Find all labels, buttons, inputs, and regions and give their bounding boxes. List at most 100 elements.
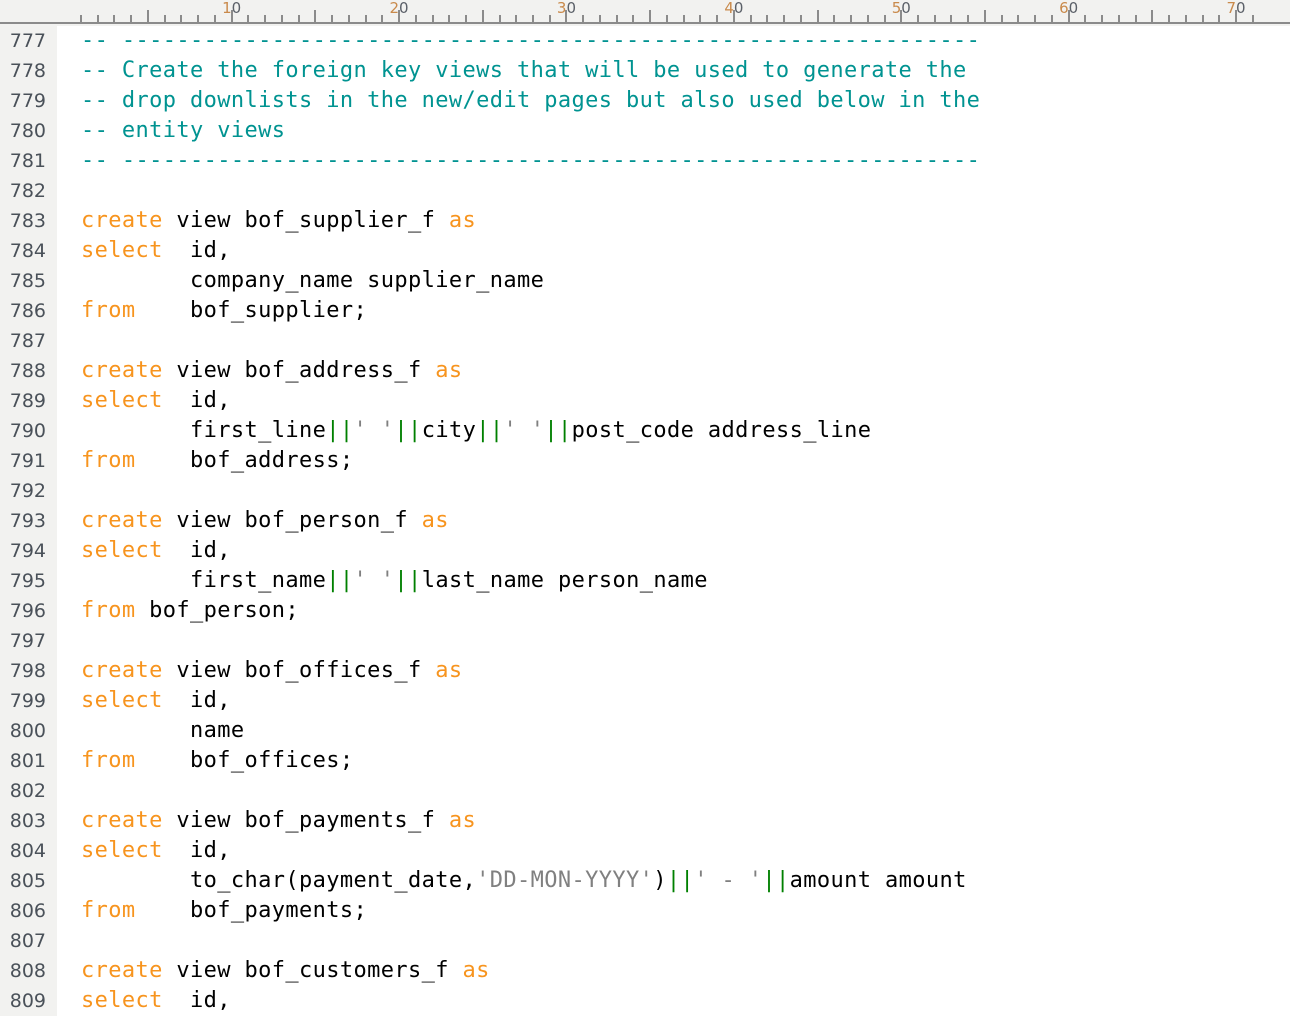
token-cmt: -- Create the foreign key views that wil… (81, 58, 967, 83)
token-id: id, (162, 688, 231, 713)
code-line[interactable]: 799 select id, (0, 686, 1290, 716)
code-line[interactable]: 802 (0, 776, 1290, 806)
code-line[interactable]: 786 from bof_supplier; (0, 296, 1290, 326)
token-id: view bof_customers_f (162, 958, 463, 983)
code-line[interactable]: 793 create view bof_person_f as (0, 506, 1290, 536)
token-kw: select (81, 388, 163, 413)
code-line-text[interactable]: -- drop downlists in the new/edit pages … (81, 86, 980, 116)
code-lines[interactable]: 777 -- ----------------------------------… (0, 26, 1290, 1016)
code-line[interactable]: 809 select id, (0, 986, 1290, 1016)
code-line-text[interactable]: select id, (81, 686, 231, 716)
code-line-text[interactable]: select id, (81, 386, 231, 416)
token-cmt: -- -------------------------------------… (81, 148, 981, 173)
code-line[interactable]: 800 name (0, 716, 1290, 746)
line-number: 795 (9, 570, 46, 592)
token-kw: create (81, 508, 163, 533)
token-id: id, (162, 838, 231, 863)
code-line-text[interactable]: from bof_person; (81, 596, 299, 626)
code-line[interactable]: 783 create view bof_supplier_f as (0, 206, 1290, 236)
code-line-text[interactable]: -- -------------------------------------… (81, 146, 980, 176)
code-line[interactable]: 804 select id, (0, 836, 1290, 866)
code-line[interactable]: 782 (0, 176, 1290, 206)
code-line-text[interactable]: company_name supplier_name (81, 266, 544, 296)
code-line[interactable]: 803 create view bof_payments_f as (0, 806, 1290, 836)
line-number: 791 (9, 450, 46, 472)
code-line-text[interactable]: from bof_offices; (81, 746, 354, 776)
code-line-text[interactable]: from bof_address; (81, 446, 354, 476)
token-op: || (476, 418, 504, 443)
code-line-text[interactable]: name (81, 716, 245, 746)
code-line[interactable]: 787 (0, 326, 1290, 356)
code-line-text[interactable]: select id, (81, 536, 231, 566)
code-area[interactable]: 777 -- ----------------------------------… (0, 26, 1290, 1016)
ruler-tick-minor (531, 15, 534, 22)
ruler-tick-minor (1168, 15, 1171, 22)
code-line[interactable]: 792 (0, 476, 1290, 506)
ruler-tick-minor (1218, 15, 1221, 22)
token-str: ' ' (353, 418, 395, 443)
code-line[interactable]: 778 -- Create the foreign key views that … (0, 56, 1290, 86)
token-id: view bof_person_f (162, 508, 422, 533)
line-number: 807 (9, 930, 46, 952)
ruler-label: 40 (724, 0, 744, 17)
code-line[interactable]: 807 (0, 926, 1290, 956)
code-line[interactable]: 784 select id, (0, 236, 1290, 266)
line-number: 799 (9, 690, 46, 712)
code-line[interactable]: 777 -- ----------------------------------… (0, 26, 1290, 56)
code-line-text[interactable]: from bof_payments; (81, 896, 367, 926)
ruler-tick-minor (850, 15, 853, 22)
line-number: 800 (9, 720, 46, 742)
code-line[interactable]: 798 create view bof_offices_f as (0, 656, 1290, 686)
line-number: 805 (9, 870, 46, 892)
code-line[interactable]: 805 to_char(payment_date,'DD-MON-YYYY')|… (0, 866, 1290, 896)
code-line-text[interactable]: -- Create the foreign key views that wil… (81, 56, 967, 86)
token-kw: select (81, 538, 163, 563)
ruler-tick-minor (331, 15, 334, 22)
code-line[interactable]: 780 -- entity views (0, 116, 1290, 146)
code-line[interactable]: 794 select id, (0, 536, 1290, 566)
token-kw: create (81, 658, 163, 683)
token-id: bof_address; (135, 448, 354, 473)
code-line-text[interactable]: select id, (81, 986, 231, 1016)
code-line[interactable]: 781 -- ----------------------------------… (0, 146, 1290, 176)
code-line[interactable]: 789 select id, (0, 386, 1290, 416)
code-line-text[interactable]: create view bof_offices_f as (81, 656, 463, 686)
code-line-text[interactable]: create view bof_supplier_f as (81, 206, 476, 236)
code-line[interactable]: 795 first_name||' '||last_name person_na… (0, 566, 1290, 596)
line-number: 782 (9, 180, 46, 202)
token-id: id, (162, 238, 231, 263)
code-line[interactable]: 806 from bof_payments; (0, 896, 1290, 926)
sql-source-editor[interactable]: 10 20 30 40 50 60 70 777 -- -------------------… (0, 0, 1290, 1016)
code-line[interactable]: 801 from bof_offices; (0, 746, 1290, 776)
code-line[interactable]: 808 create view bof_customers_f as (0, 956, 1290, 986)
code-line-text[interactable]: from bof_supplier; (81, 296, 367, 326)
code-line-text[interactable]: create view bof_payments_f as (81, 806, 476, 836)
code-line[interactable]: 791 from bof_address; (0, 446, 1290, 476)
code-line-text[interactable]: first_line||' '||city||' '||post_code ad… (81, 416, 871, 446)
code-line-text[interactable]: to_char(payment_date,'DD-MON-YYYY')||' -… (81, 866, 967, 896)
ruler-tick-minor (749, 15, 752, 22)
ruler-tick-minor (833, 15, 836, 22)
ruler-tick-major (649, 10, 652, 22)
code-line-text[interactable]: select id, (81, 236, 231, 266)
ruler-tick-minor (498, 15, 501, 22)
code-line-text[interactable]: -- -------------------------------------… (81, 26, 980, 56)
code-line-text[interactable]: create view bof_customers_f as (81, 956, 490, 986)
code-line[interactable]: 797 (0, 626, 1290, 656)
code-line[interactable]: 796 from bof_person; (0, 596, 1290, 626)
code-line[interactable]: 779 -- drop downlists in the new/edit pag… (0, 86, 1290, 116)
token-kw: from (81, 748, 136, 773)
token-str: ' - ' (694, 868, 763, 893)
token-id: company_name supplier_name (81, 268, 545, 293)
line-number: 786 (9, 300, 46, 322)
line-number: 797 (9, 630, 46, 652)
code-line[interactable]: 790 first_line||' '||city||' '||post_cod… (0, 416, 1290, 446)
code-line[interactable]: 785 company_name supplier_name (0, 266, 1290, 296)
line-number: 777 (9, 30, 46, 52)
code-line[interactable]: 788 create view bof_address_f as (0, 356, 1290, 386)
code-line-text[interactable]: first_name||' '||last_name person_name (81, 566, 708, 596)
code-line-text[interactable]: create view bof_person_f as (81, 506, 449, 536)
code-line-text[interactable]: -- entity views (81, 116, 285, 146)
code-line-text[interactable]: create view bof_address_f as (81, 356, 463, 386)
code-line-text[interactable]: select id, (81, 836, 231, 866)
